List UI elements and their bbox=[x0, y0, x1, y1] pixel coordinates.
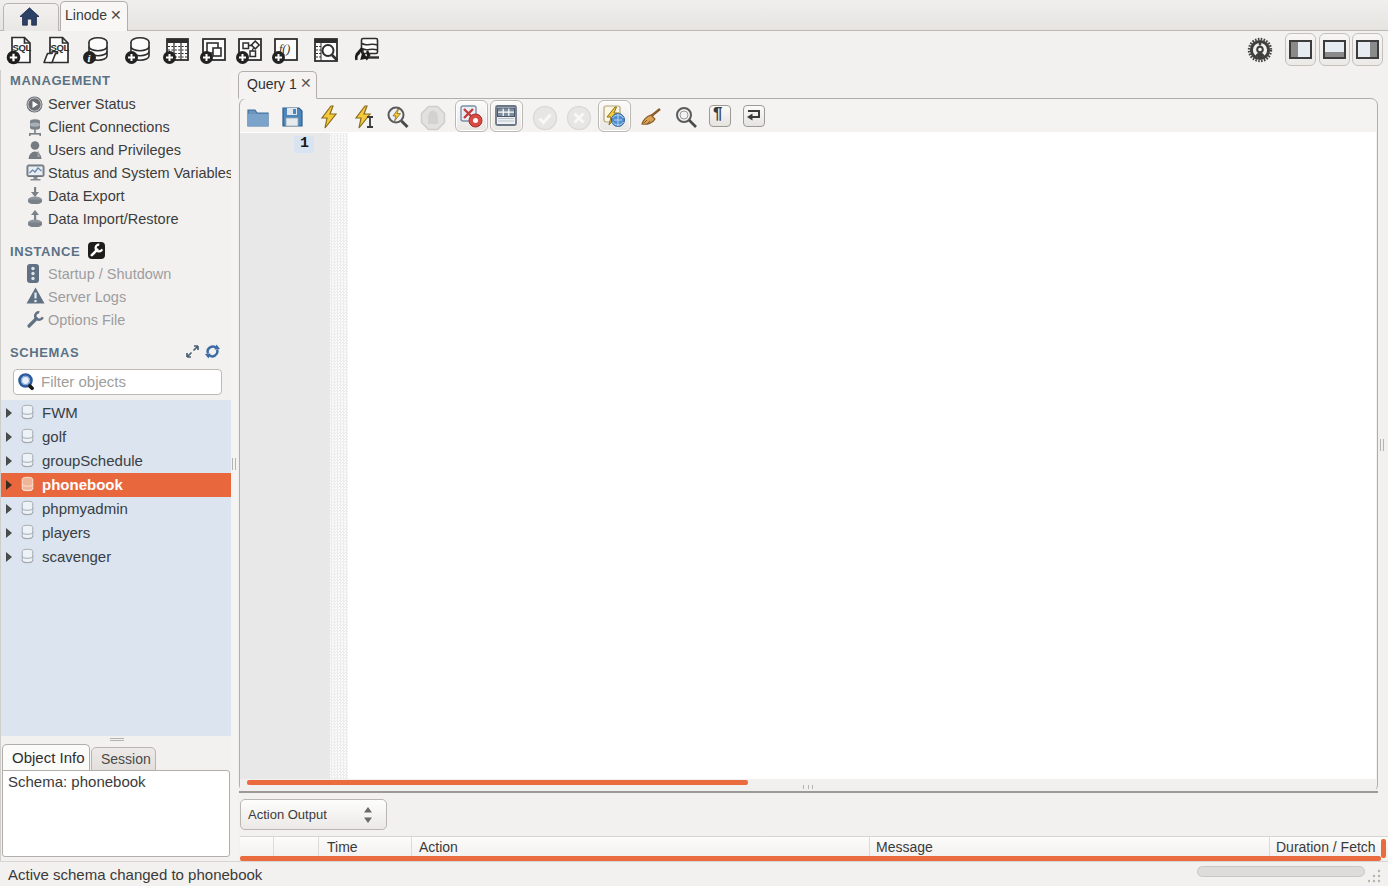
svg-text:SQL: SQL bbox=[51, 42, 70, 53]
svg-text:SQL: SQL bbox=[13, 42, 32, 53]
